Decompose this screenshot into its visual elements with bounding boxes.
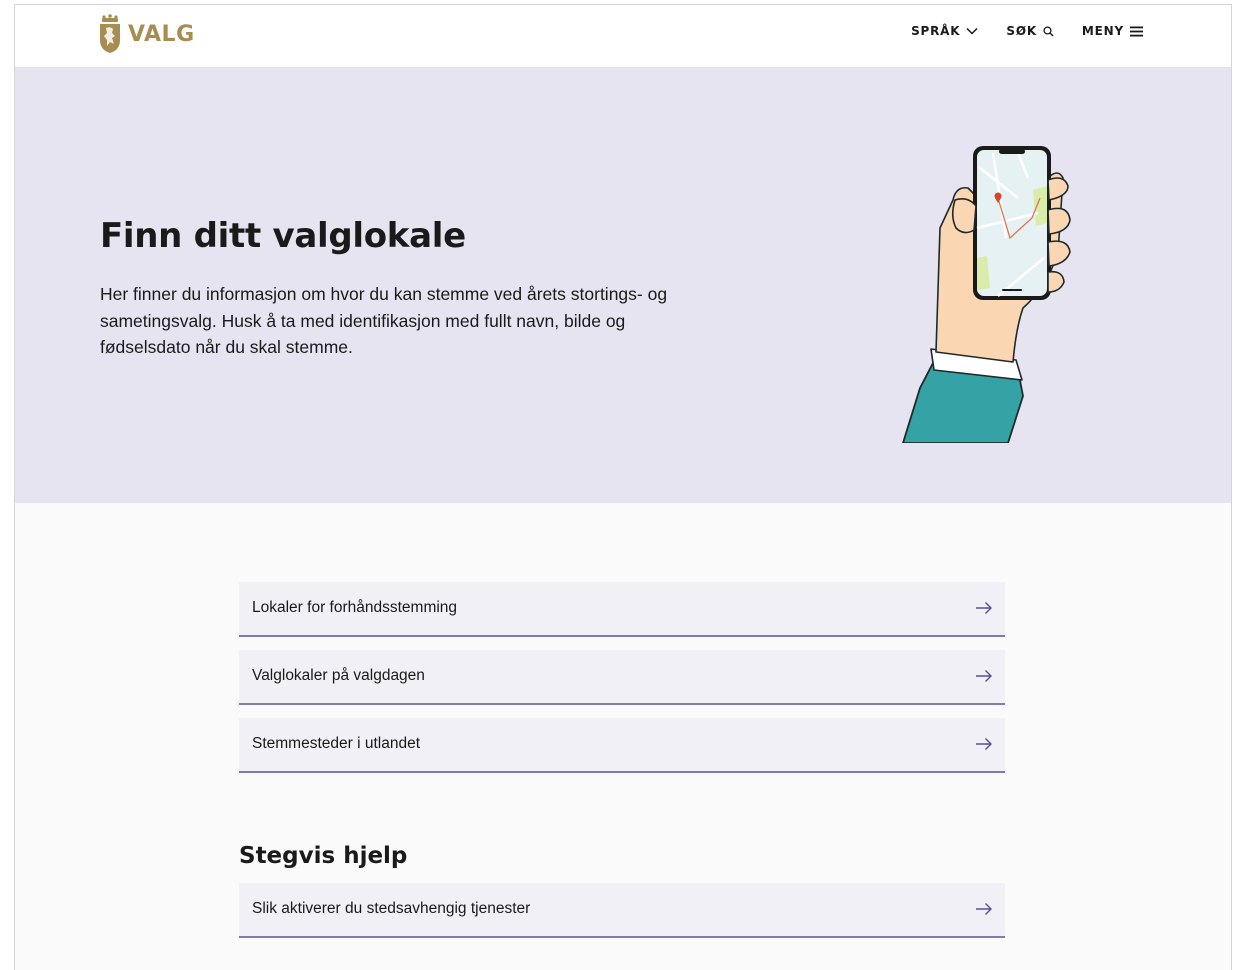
link-location-services[interactable]: Slik aktiverer du stedsavhengig tjeneste… (239, 883, 1005, 938)
link-advance-voting[interactable]: Lokaler for forhåndsstemming (239, 582, 1005, 637)
hand-holding-phone-illustration (902, 146, 1071, 443)
polling-station-links: Lokaler for forhåndsstemming Valglokaler… (239, 582, 1005, 773)
link-label: Valglokaler på valgdagen (252, 667, 425, 684)
main-content: Lokaler for forhåndsstemming Valglokaler… (239, 582, 1005, 951)
menu-button[interactable]: MENY (1082, 24, 1143, 38)
hamburger-icon (1130, 26, 1143, 36)
language-label: SPRÅK (911, 24, 961, 38)
menu-label: MENY (1081, 24, 1124, 38)
site-logo[interactable]: VALG (97, 13, 195, 55)
hero-description: Her finner du informasjon om hvor du kan… (100, 284, 668, 357)
link-label: Stemmesteder i utlandet (252, 735, 421, 752)
arrow-right-icon (976, 738, 992, 750)
section-title-step-help: Stegvis hjelp (239, 843, 408, 869)
arrow-right-icon (976, 670, 992, 682)
link-abroad[interactable]: Stemmesteder i utlandet (239, 718, 1005, 773)
arrow-right-icon (976, 602, 992, 614)
link-label: Slik aktiverer du stedsavhengig tjeneste… (252, 900, 531, 917)
language-button[interactable]: SPRÅK (911, 24, 978, 38)
search-icon (1043, 25, 1054, 36)
link-election-day[interactable]: Valglokaler på valgdagen (239, 650, 1005, 705)
arrow-right-icon (976, 903, 992, 915)
hero-section: Finn ditt valglokale Her finner du infor… (15, 68, 1231, 503)
chevron-down-icon (966, 27, 978, 35)
logo-text: VALG (128, 21, 195, 47)
page-frame: VALG SPRÅK SØK MENY Finn ditt valglokale… (14, 4, 1232, 970)
site-header: VALG SPRÅK SØK MENY (15, 5, 1231, 68)
top-navigation: SPRÅK SØK MENY (883, 24, 1143, 38)
search-button[interactable]: SØK (1006, 24, 1054, 38)
coat-of-arms-icon (100, 14, 120, 53)
link-label: Lokaler for forhåndsstemming (252, 599, 458, 616)
page-title: Finn ditt valglokale (100, 216, 466, 256)
search-label: SØK (1006, 24, 1037, 38)
